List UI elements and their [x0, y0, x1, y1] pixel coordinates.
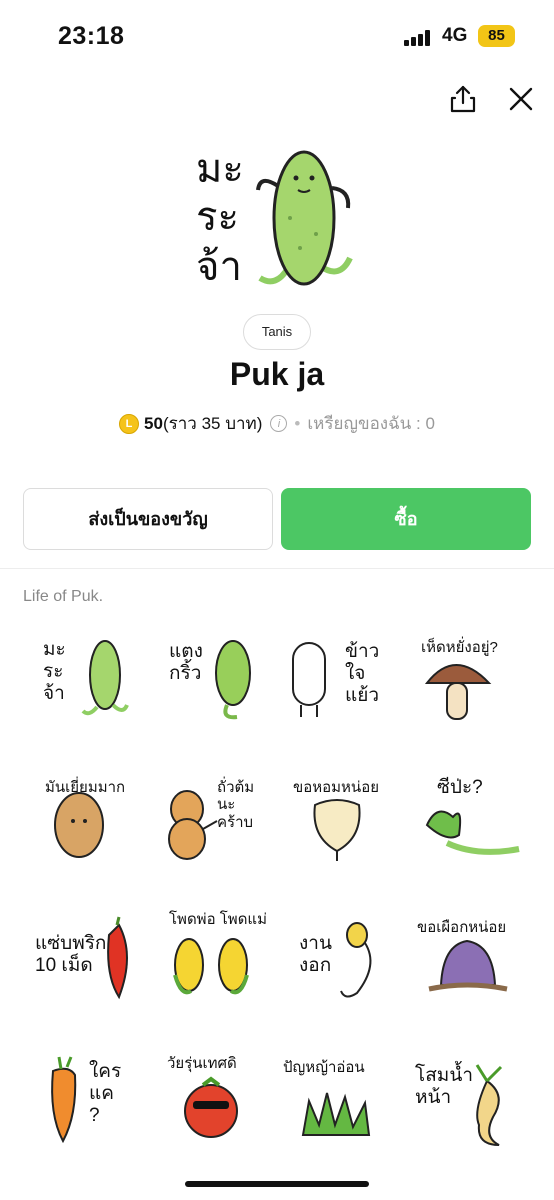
sticker-item[interactable]: วัยรุ่นเทศดิ	[151, 1045, 277, 1163]
sticker-item[interactable]: ขอหอมหน่อย	[279, 765, 405, 883]
sticker-item[interactable]: โพดพ่อ โพดแม่	[151, 905, 277, 1023]
sticker-item[interactable]: ถั่วต้ม นะ คร้าบ	[151, 765, 277, 883]
sticker-caption: ซีป่ะ?	[437, 777, 483, 798]
sticker-caption: ข้าว ใจ แย้ว	[345, 641, 380, 706]
sticker-item[interactable]: มะ ระ จ้า	[23, 625, 149, 743]
sticker-item[interactable]: ขอเผือกหน่อย	[407, 905, 533, 1023]
buy-button[interactable]: ซื้อ	[281, 488, 531, 550]
sticker-caption: มันเยี่ยมมาก	[45, 779, 126, 796]
sticker-item[interactable]: แซ่บพริก 10 เม็ด	[23, 905, 149, 1023]
signal-icon	[404, 30, 434, 46]
sticker-caption: งาน งอก	[299, 933, 332, 976]
sticker-item[interactable]: ปัญหญ้าอ่อน	[279, 1045, 405, 1163]
main-caption-1: มะ	[196, 146, 244, 192]
status-time: 23:18	[58, 22, 125, 50]
sticker-item[interactable]: ซีป่ะ?	[407, 765, 533, 883]
share-icon	[450, 85, 476, 113]
status-bar: 23:18 4G 85	[0, 0, 554, 72]
main-caption-2: ระ	[196, 194, 239, 240]
section-label: Life of Puk.	[23, 588, 104, 605]
product-title: Puk ja	[229, 356, 325, 392]
sticker-caption: มะ ระ จ้า	[43, 639, 66, 704]
main-caption-3: จ้า	[196, 244, 242, 290]
sticker-caption: เห็ดหยั่งอยู่?	[421, 639, 498, 656]
sticker-item[interactable]: แตง กริ้ว	[151, 625, 277, 743]
main-sticker-preview: มะ ระ จ้า	[190, 138, 364, 296]
my-coins: เหรียญของฉัน : 0	[307, 414, 435, 433]
sticker-item[interactable]: ใคร แค ?	[23, 1045, 149, 1163]
sticker-caption: วัยรุ่นเทศดิ	[167, 1055, 237, 1072]
sticker-caption: ปัญหญ้าอ่อน	[283, 1059, 365, 1076]
price-value: 50	[144, 414, 163, 433]
sticker-caption: แซ่บพริก 10 เม็ด	[35, 933, 107, 976]
sticker-caption: ถั่วต้ม นะ คร้าบ	[217, 779, 255, 831]
sticker-caption: ขอเผือกหน่อย	[417, 919, 507, 936]
close-icon	[509, 87, 533, 111]
sticker-item[interactable]: ข้าว ใจ แย้ว	[279, 625, 405, 743]
home-indicator[interactable]	[185, 1181, 369, 1187]
sticker-caption: แตง กริ้ว	[169, 641, 203, 684]
divider	[0, 568, 554, 569]
network-type: 4G	[442, 25, 468, 46]
sticker-caption: โสมน้ำ หน้า	[415, 1065, 473, 1108]
sticker-item[interactable]: โสมน้ำ หน้า	[407, 1045, 533, 1163]
sticker-item[interactable]: มันเยี่ยมมาก	[23, 765, 149, 883]
author-chip[interactable]: Tanis	[243, 314, 311, 350]
sticker-caption: ขอหอมหน่อย	[293, 779, 379, 796]
price-row: L 50(ราว 35 บาท) i • เหรียญของฉัน : 0	[0, 410, 554, 436]
share-button[interactable]	[448, 84, 478, 114]
price-note: (ราว 35 บาท)	[162, 414, 263, 433]
sticker-caption: โพดพ่อ โพดแม่	[169, 911, 267, 928]
battery-icon: 85	[478, 25, 515, 47]
coin-icon: L	[119, 413, 140, 434]
separator-dot: •	[294, 413, 301, 433]
info-icon[interactable]: i	[270, 415, 288, 432]
sticker-item[interactable]: เห็ดหยั่งอยู่?	[407, 625, 533, 743]
sticker-item[interactable]: งาน งอก	[279, 905, 405, 1023]
close-button[interactable]	[506, 84, 536, 114]
send-gift-button[interactable]: ส่งเป็นของขวัญ	[23, 488, 273, 550]
sticker-caption: ใคร แค ?	[89, 1061, 122, 1126]
